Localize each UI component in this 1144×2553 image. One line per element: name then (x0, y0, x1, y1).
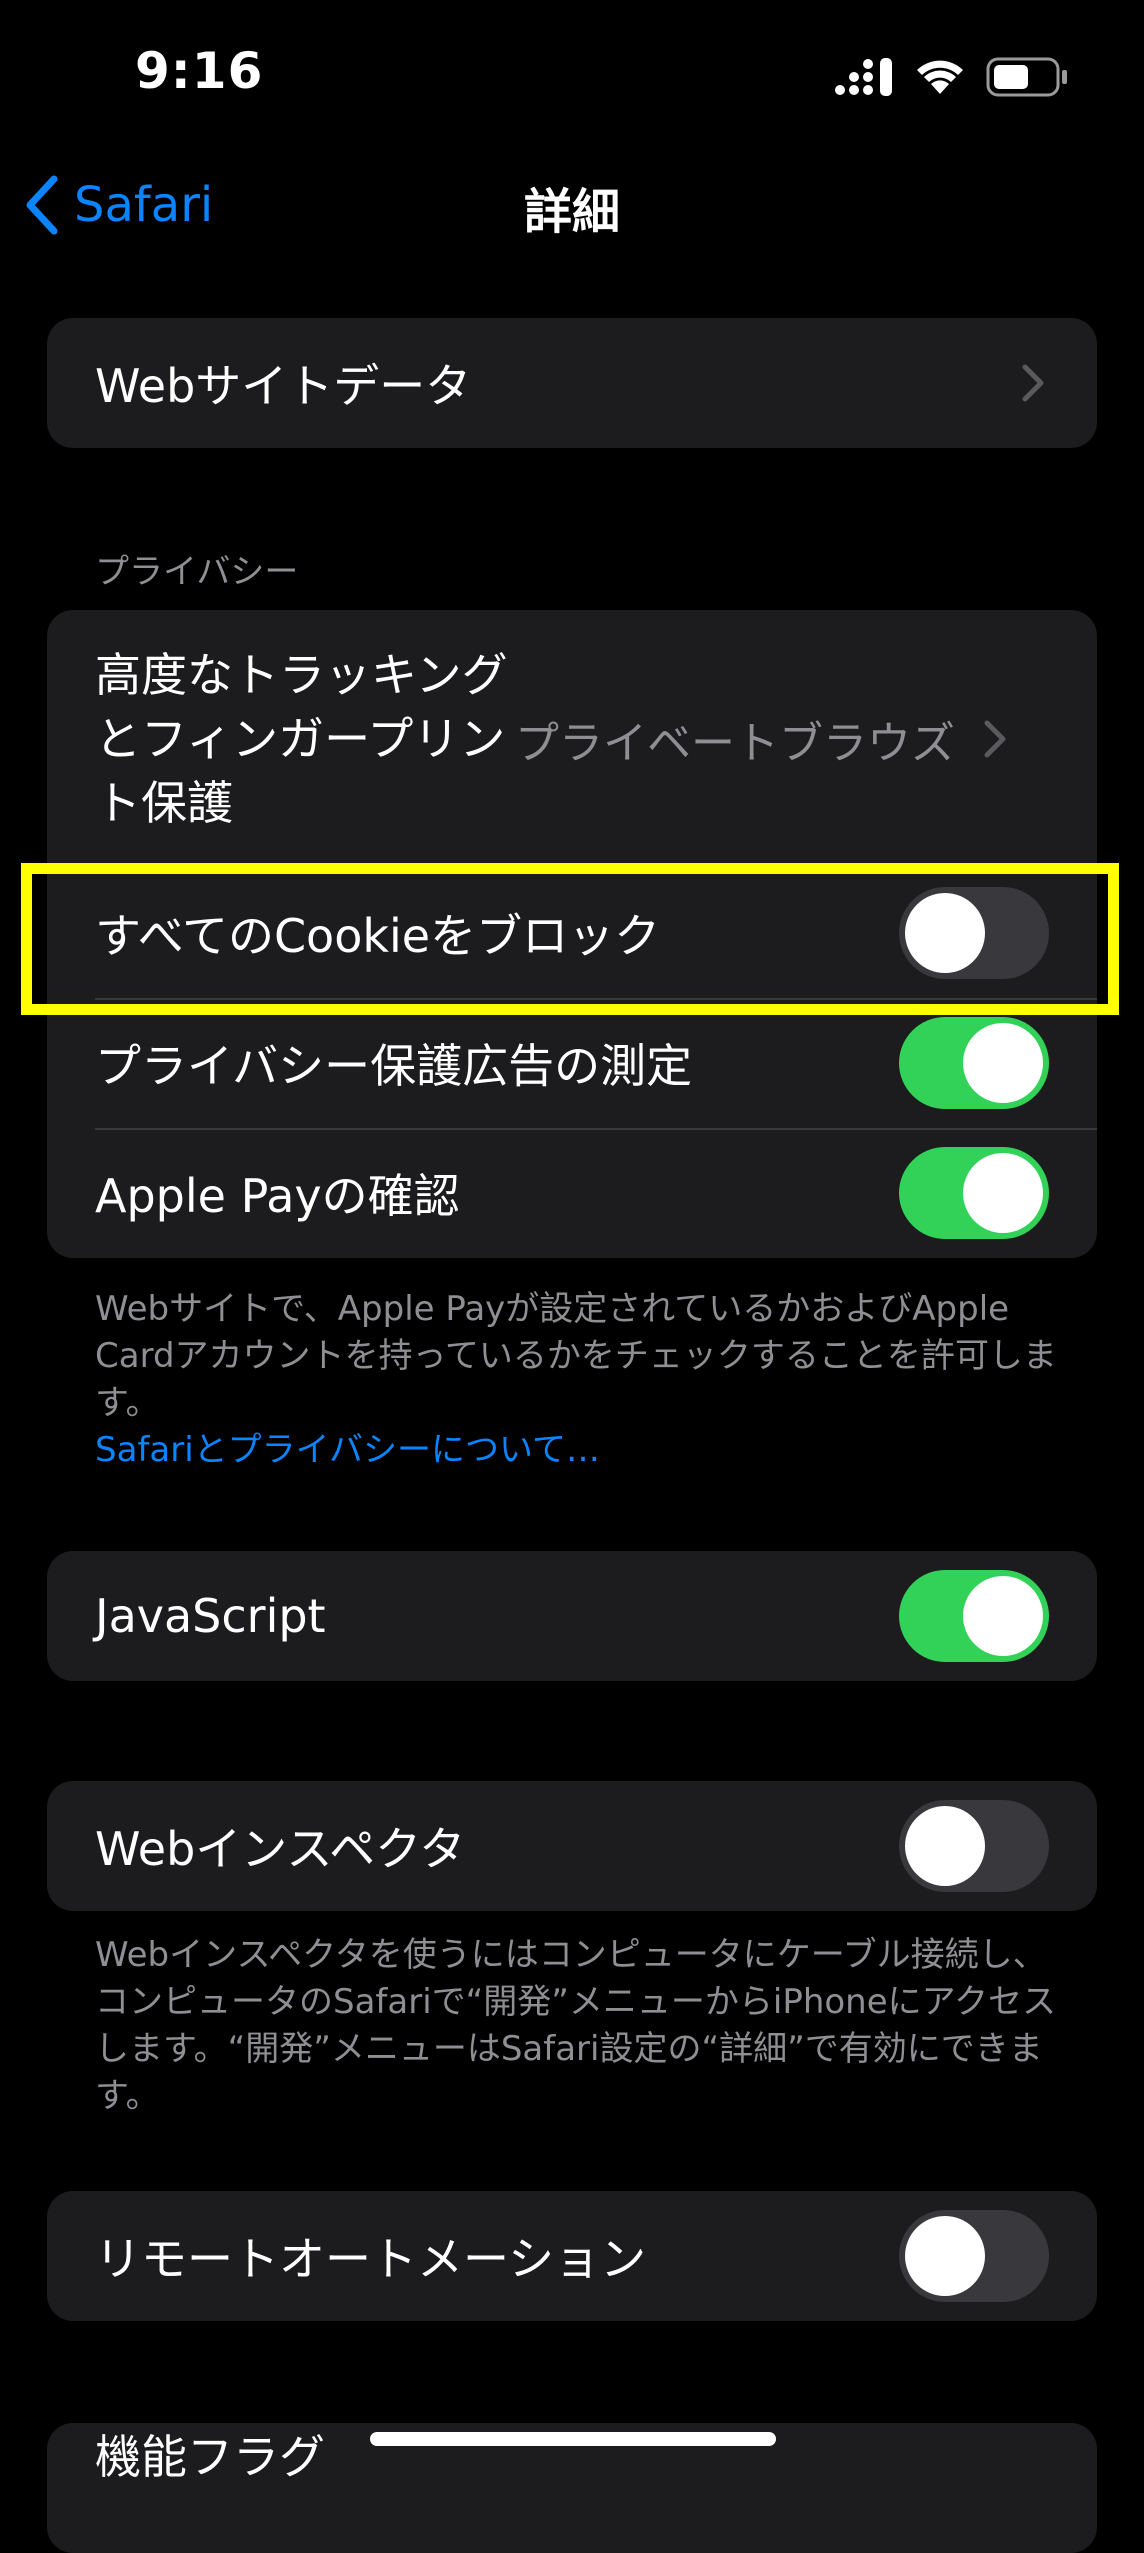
privacy-ad-measurement-label: プライバシー保護広告の測定 (95, 1039, 693, 1093)
toggle-knob (963, 1023, 1043, 1103)
status-icons (834, 52, 1068, 102)
web-inspector-group: Webインスペクタ (47, 1781, 1097, 1911)
toggle-knob (963, 1576, 1043, 1656)
safari-privacy-link[interactable]: Safariとプライバシーについて… (95, 1430, 600, 1470)
block-all-cookies-toggle[interactable] (899, 887, 1049, 979)
privacy-ad-measurement-row: プライバシー保護広告の測定 (47, 998, 1097, 1128)
web-inspector-label: Webインスペクタ (95, 1822, 466, 1876)
web-inspector-footer: Webインスペクタを使うにはコンピュータにケーブル接続し、コンピュータのSafa… (95, 1935, 1056, 2116)
tracking-protection-row[interactable]: 高度なトラッキングとフィンガープリント保護 プライベートブラウズ (47, 610, 1097, 868)
privacy-section-header: プライバシー (95, 552, 299, 592)
apple-pay-check-label: Apple Payの確認 (95, 1169, 460, 1223)
wifi-icon (917, 60, 963, 94)
navigation-bar: Safari 詳細 (0, 150, 1144, 260)
privacy-footer: Webサイトで、Apple Payが設定されているかおよびApple Cardア… (95, 1286, 1075, 1474)
status-time: 9:16 (135, 42, 264, 100)
javascript-row: JavaScript (47, 1551, 1097, 1681)
privacy-group: 高度なトラッキングとフィンガープリント保護 プライベートブラウズ すべてのCoo… (47, 610, 1097, 1258)
toggle-knob (963, 1153, 1043, 1233)
website-data-label: Webサイトデータ (95, 359, 472, 413)
website-data-group: Webサイトデータ (47, 318, 1097, 448)
tracking-protection-label: 高度なトラッキングとフィンガープリント保護 (95, 648, 508, 830)
toggle-knob (905, 1806, 985, 1886)
web-inspector-toggle[interactable] (899, 1800, 1049, 1892)
status-bar: 9:16 (0, 0, 1144, 150)
privacy-footer-text: Webサイトで、Apple Payが設定されているかおよびApple Cardア… (95, 1289, 1057, 1423)
javascript-toggle[interactable] (899, 1570, 1049, 1662)
remote-automation-group: リモートオートメーション (47, 2191, 1097, 2321)
javascript-label: JavaScript (95, 1589, 326, 1643)
remote-automation-label: リモートオートメーション (95, 2232, 647, 2286)
remote-automation-toggle[interactable] (899, 2210, 1049, 2302)
apple-pay-check-toggle[interactable] (899, 1147, 1049, 1239)
chevron-right-icon (984, 720, 1006, 758)
website-data-row[interactable]: Webサイトデータ (47, 318, 1097, 448)
toggle-knob (905, 2216, 985, 2296)
privacy-ad-measurement-toggle[interactable] (899, 1017, 1049, 1109)
page-title: 詳細 (523, 184, 620, 240)
apple-pay-check-row: Apple Payの確認 (47, 1128, 1097, 1258)
javascript-group: JavaScript (47, 1551, 1097, 1681)
web-inspector-row: Webインスペクタ (47, 1781, 1097, 1911)
remote-automation-row: リモートオートメーション (47, 2191, 1097, 2321)
block-all-cookies-label: すべてのCookieをブロック (95, 909, 661, 963)
toggle-knob (905, 893, 985, 973)
block-all-cookies-row: すべてのCookieをブロック (47, 868, 1097, 998)
home-indicator[interactable] (370, 2432, 776, 2446)
battery-icon (986, 57, 1067, 97)
tracking-protection-value: プライベートブラウズ (515, 718, 955, 769)
cellular-signal-icon (835, 58, 892, 96)
chevron-right-icon (1022, 364, 1044, 402)
